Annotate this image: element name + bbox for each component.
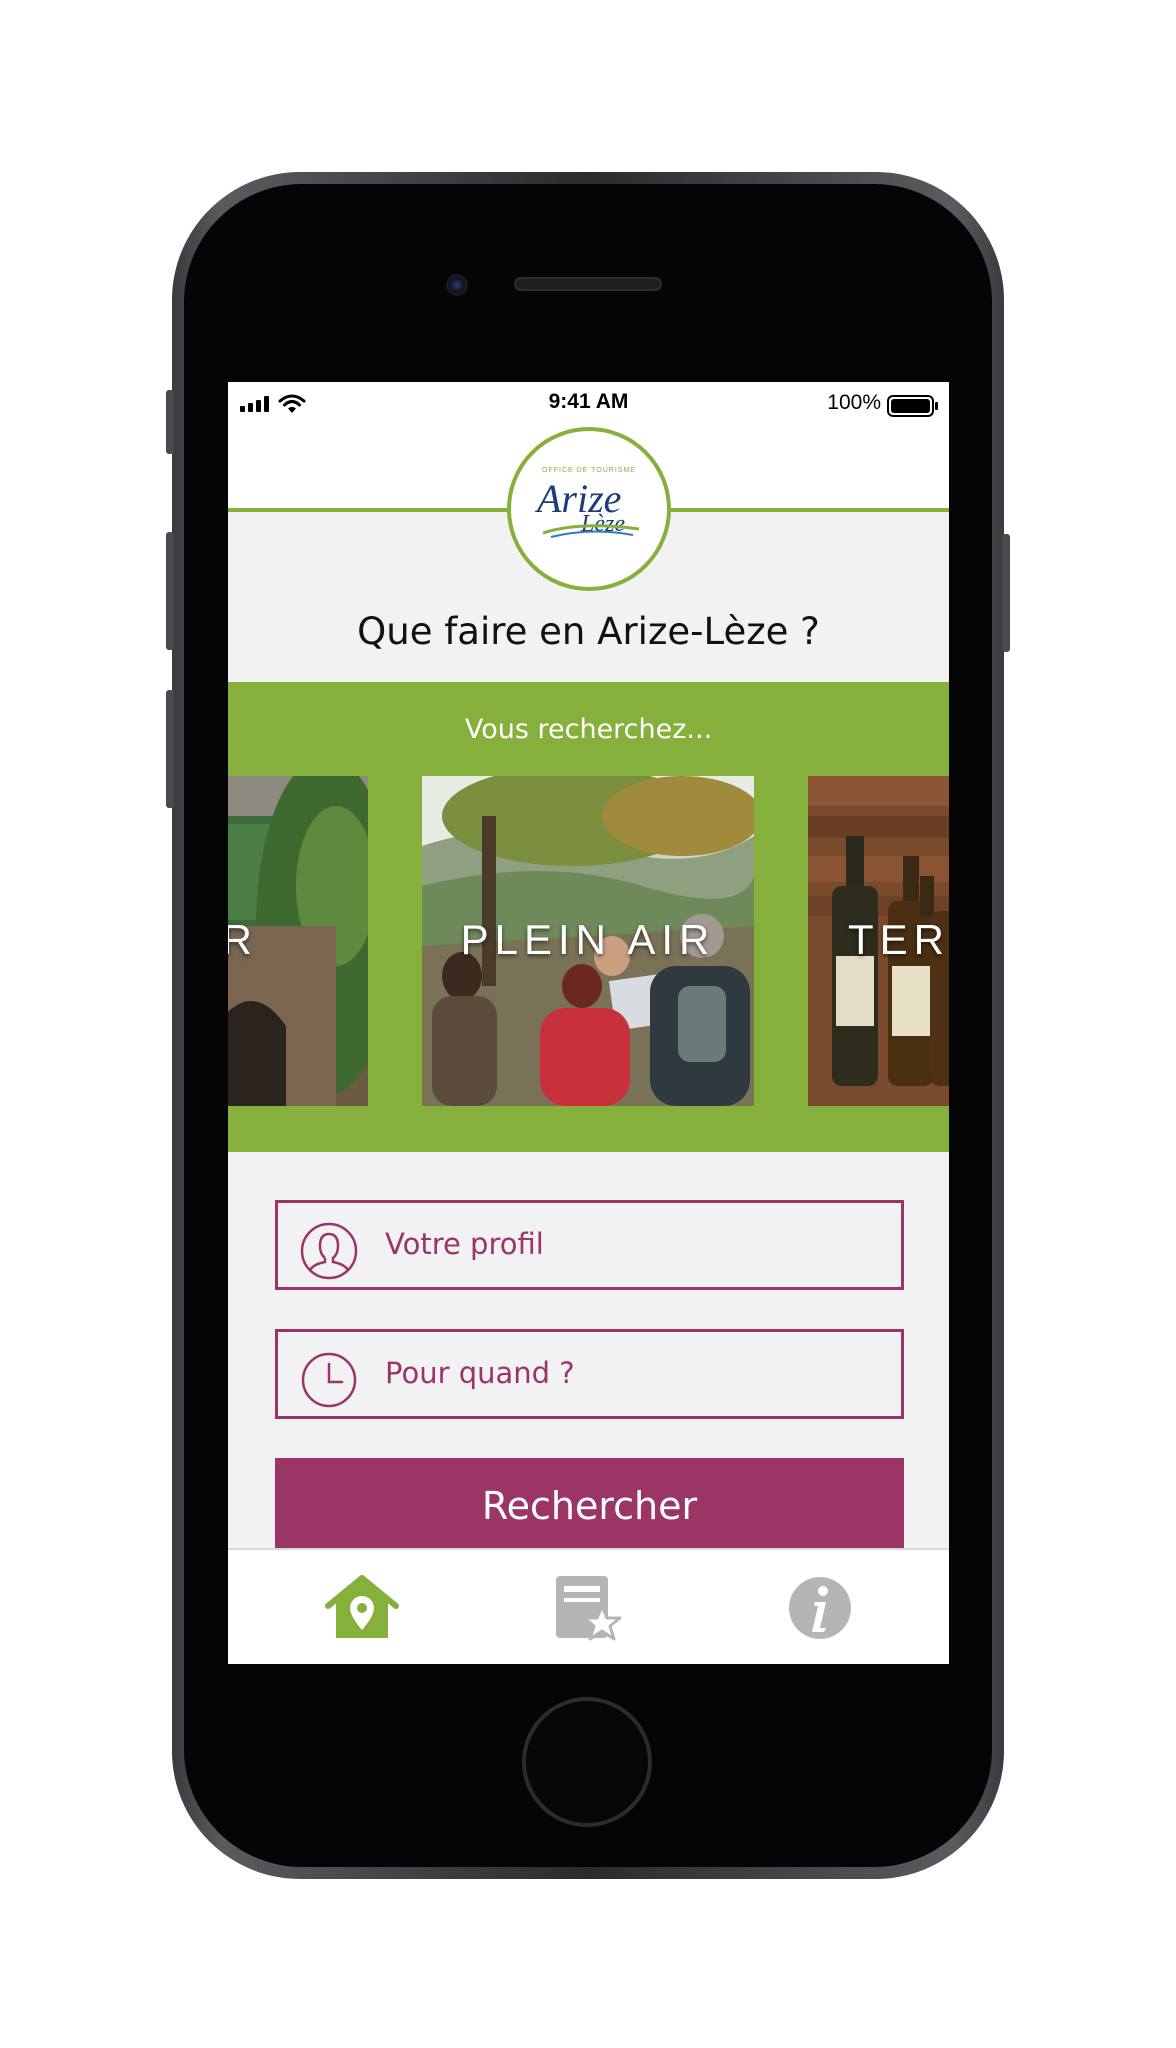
category-card-terroir[interactable]: TER [808,776,949,1106]
when-field[interactable]: Pour quand ? [275,1329,904,1419]
volume-down-button [166,690,174,808]
profile-field-label: Votre profil [385,1227,544,1261]
carousel-subtitle: Vous recherchez... [464,714,713,745]
when-field-label: Pour quand ? [385,1356,575,1390]
search-button[interactable]: Rechercher [275,1458,904,1554]
tab-bar [228,1548,949,1664]
front-camera [446,274,468,296]
earpiece-speaker [514,277,662,291]
silent-switch [166,390,174,454]
category-card-label: TER [848,916,949,963]
app-screen: 9:41 AM 100% OFFICE DE TOURISME Arize Lè… [228,382,949,1664]
category-card-label: PLEIN AIR [460,916,716,963]
home-location-icon[interactable] [322,1572,402,1644]
battery-icon [887,395,938,417]
favorites-icon[interactable] [550,1572,630,1644]
profile-field[interactable]: Votre profil [275,1200,904,1290]
category-carousel: Vous recherchez... TER [228,682,949,1152]
page-title: Que faire en Arize-Lèze ? [357,610,820,653]
power-button [1002,534,1010,652]
category-card-visiter[interactable]: TER [228,776,368,1106]
status-bar: 9:41 AM 100% [228,382,949,428]
info-icon[interactable] [780,1572,860,1644]
user-profile-icon [300,1222,358,1280]
category-card-label: TER [228,916,258,963]
logo-tagline: OFFICE DE TOURISME [542,467,636,474]
home-button[interactable] [522,1697,652,1827]
logo-swoosh-icon [542,524,640,538]
arize-leze-logo[interactable]: OFFICE DE TOURISME Arize Lèze [507,427,671,591]
battery-percentage: 100% [827,391,881,414]
volume-up-button [166,532,174,650]
clock-icon [301,1352,357,1408]
category-card-plein-air[interactable]: PLEIN AIR [422,776,754,1106]
